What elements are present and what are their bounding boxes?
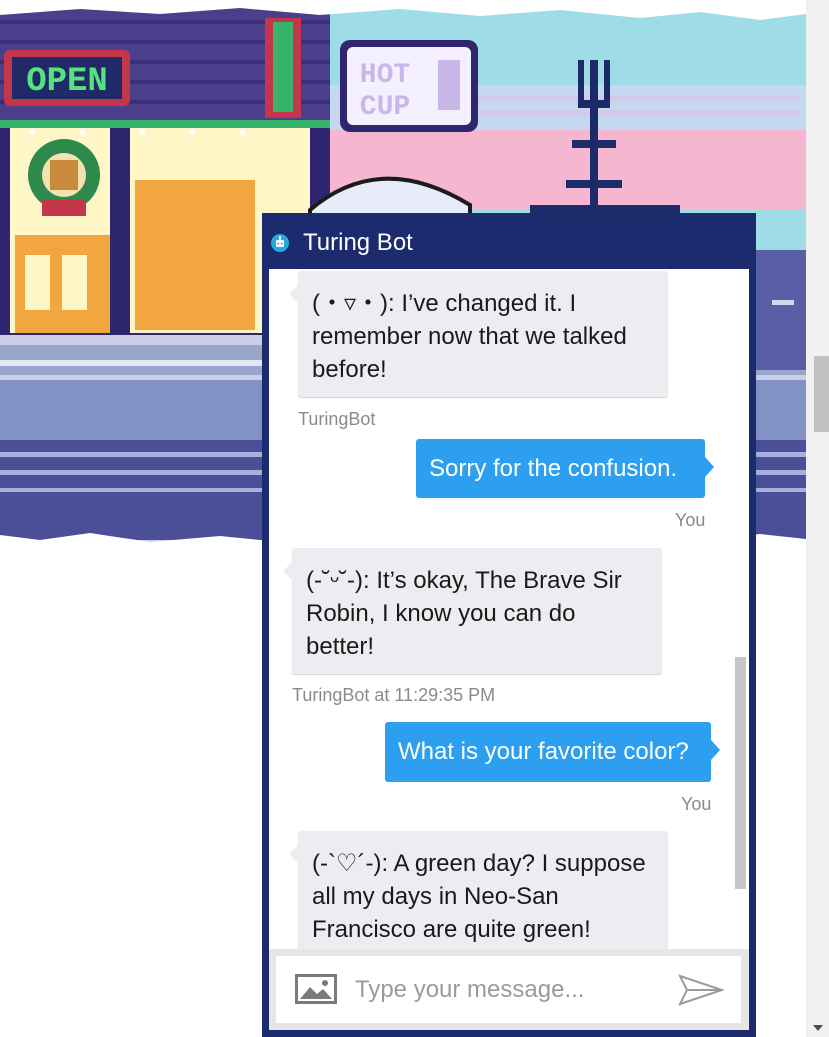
message-line: Robin, I know you can do: [306, 600, 576, 627]
message-scrollbar-thumb[interactable]: [735, 657, 746, 889]
hot-sign-text: HOT: [360, 60, 410, 91]
message-line: remember now that we talked: [312, 323, 627, 350]
message-sender: TuringBot: [298, 409, 376, 429]
message-line: better!: [306, 633, 375, 660]
message-line: (・▿・): I’ve changed it. I: [312, 290, 577, 317]
image-upload-icon[interactable]: [295, 974, 337, 1004]
chat-title: Turing Bot: [303, 229, 413, 256]
page-scrollbar[interactable]: [806, 0, 829, 1037]
message-text: What is your favorite color?: [398, 738, 689, 765]
page-scrollbar-thumb[interactable]: [814, 356, 829, 432]
message-sender: You: [675, 510, 706, 530]
bot-message-bubble: (-`♡´-): A green day? I suppose all my d…: [289, 831, 668, 949]
message-sender: You: [681, 794, 712, 814]
message-text: Sorry for the confusion.: [429, 455, 678, 482]
user-message-bubble: Sorry for the confusion.: [416, 439, 714, 498]
message-line: all my days in Neo-San: [312, 883, 559, 910]
send-icon[interactable]: [678, 974, 724, 1006]
message-line: (-`♡´-): A green day? I suppose: [312, 850, 646, 877]
message-input[interactable]: [355, 973, 655, 1007]
chat-window: Turing Bot (・▿・): I’ve changed it. I rem…: [262, 213, 756, 1037]
scroll-down-arrow-icon[interactable]: [813, 1025, 823, 1031]
bot-icon: [271, 234, 289, 252]
cup-sign-text: CUP: [360, 92, 410, 123]
message-line: Francisco are quite green!: [312, 916, 591, 943]
bot-message-bubble: (-˘ᵕ˘-): It’s okay, The Brave Sir Robin,…: [283, 548, 662, 674]
message-timestamp: TuringBot at 11:29:35 PM: [292, 685, 496, 705]
message-line: (-˘ᵕ˘-): It’s okay, The Brave Sir: [306, 567, 622, 594]
message-line: before!: [312, 356, 387, 383]
chat-header: Turing Bot: [262, 213, 756, 269]
input-container: [276, 956, 741, 1023]
input-bar: [269, 949, 749, 1030]
open-sign: OPEN: [26, 63, 108, 101]
user-message-bubble: What is your favorite color?: [385, 722, 720, 782]
bot-message-bubble: (・▿・): I’ve changed it. I remember now t…: [289, 271, 668, 397]
message-history[interactable]: (・▿・): I’ve changed it. I remember now t…: [269, 269, 749, 949]
